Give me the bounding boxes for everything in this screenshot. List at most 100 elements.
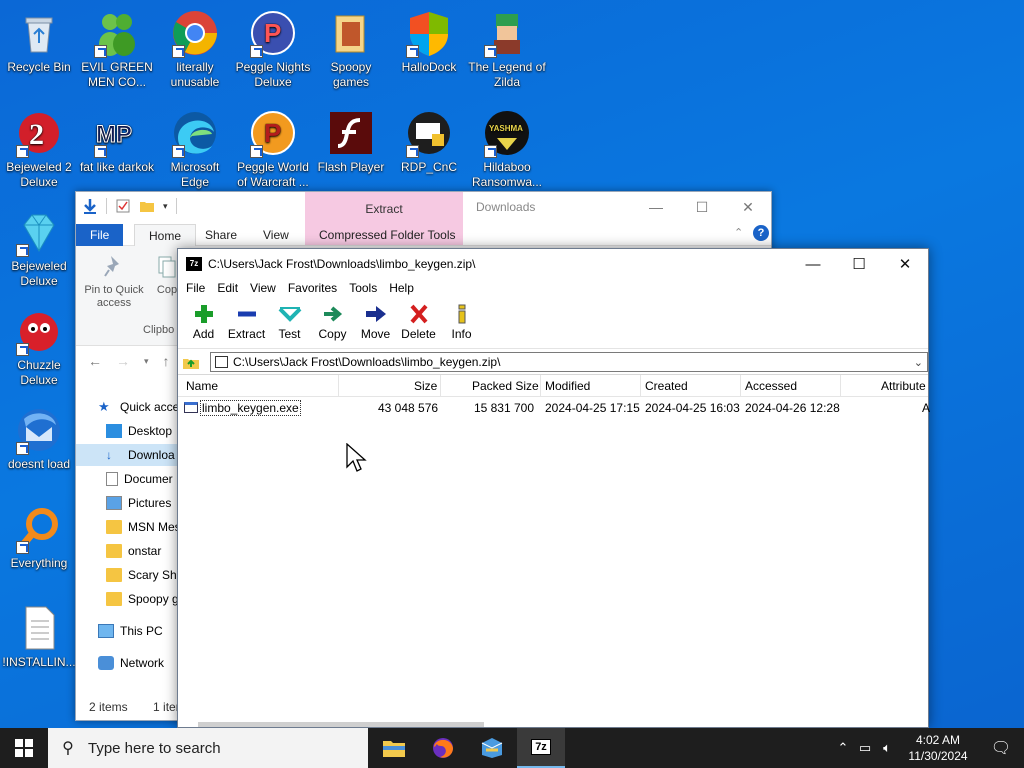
chevron-down-icon[interactable]: ▾: [163, 201, 168, 212]
desktop-icon-everything[interactable]: Everything: [0, 504, 78, 571]
tab-view[interactable]: View: [249, 224, 303, 246]
start-button[interactable]: [0, 728, 48, 768]
help-icon[interactable]: ?: [753, 225, 769, 241]
tab-share[interactable]: Share: [191, 224, 251, 246]
explorer-window-controls: — ☐ ✕: [633, 192, 771, 222]
taskbar-7zip[interactable]: 7z: [517, 728, 565, 768]
desktop-icon-bejeweled-2[interactable]: 2 Bejeweled 2 Deluxe: [0, 108, 78, 190]
tree-pictures[interactable]: Pictures: [76, 492, 179, 514]
taskbar-file-explorer[interactable]: [370, 728, 418, 768]
menu-edit[interactable]: Edit: [211, 279, 244, 299]
column-accessed[interactable]: Accessed: [745, 379, 797, 393]
taskbar-sandbox-app[interactable]: [468, 728, 516, 768]
tree-scary[interactable]: Scary Shi: [76, 564, 179, 586]
add-button[interactable]: Add: [182, 299, 225, 348]
column-attributes[interactable]: Attribute: [881, 379, 926, 393]
taskbar-clock[interactable]: 4:02 AM 11/30/2024: [898, 732, 978, 764]
menu-tools[interactable]: Tools: [343, 279, 383, 299]
back-arrow-icon[interactable]: ←: [88, 353, 102, 369]
desktop-icon-edge[interactable]: Microsoft Edge: [156, 108, 234, 190]
column-separator[interactable]: [740, 375, 741, 397]
desktop-icon-chrome[interactable]: literally unusable: [156, 8, 234, 90]
desktop-icon-hallodock[interactable]: HalloDock: [390, 8, 468, 75]
menu-help[interactable]: Help: [383, 279, 420, 299]
chevron-down-icon[interactable]: ⌄: [914, 356, 923, 369]
desktop-icon-hildaboo[interactable]: YASHMA Hildaboo Ransomwa...: [468, 108, 546, 190]
maximize-button[interactable]: ☐: [679, 192, 725, 222]
move-arrow-icon: [365, 306, 386, 322]
folder-icon: [106, 568, 122, 582]
desktop-icon-spoopy-games[interactable]: Spoopy games: [312, 8, 390, 90]
close-button[interactable]: ✕: [725, 192, 771, 222]
7zip-window[interactable]: 7z C:\Users\Jack Frost\Downloads\limbo_k…: [177, 248, 930, 728]
address-input[interactable]: C:\Users\Jack Frost\Downloads\limbo_keyg…: [210, 352, 928, 372]
column-separator[interactable]: [640, 375, 641, 397]
maximize-button[interactable]: ☐: [836, 249, 882, 279]
column-separator[interactable]: [840, 375, 841, 397]
column-separator[interactable]: [440, 375, 441, 397]
tab-compressed-folder-tools[interactable]: Compressed Folder Tools: [305, 224, 470, 246]
tree-downloads[interactable]: ↓ Downloa: [76, 444, 179, 466]
taskbar-firefox[interactable]: [419, 728, 467, 768]
tree-msn[interactable]: MSN Mes: [76, 516, 179, 538]
desktop-icon-fat-like-darkok[interactable]: MP fat like darkok: [78, 108, 156, 175]
recent-locations-chevron-icon[interactable]: ▾: [144, 356, 149, 367]
network-icon[interactable]: ▭: [854, 740, 876, 756]
pin-to-quick-access-button[interactable]: Pin to Quick access: [82, 254, 146, 310]
minimize-button[interactable]: —: [790, 249, 836, 279]
volume-icon[interactable]: 🔈︎: [876, 740, 898, 756]
desktop-icon-chuzzle[interactable]: Chuzzle Deluxe: [0, 306, 78, 388]
tree-spoopy[interactable]: Spoopy g: [76, 588, 179, 610]
up-arrow-icon[interactable]: ↑: [163, 353, 170, 369]
notification-center-icon[interactable]: 🗨︎: [978, 738, 1024, 758]
column-modified[interactable]: Modified: [545, 379, 590, 393]
taskbar-search-box[interactable]: ⚲ Type here to search: [48, 728, 368, 768]
new-folder-icon[interactable]: [139, 198, 155, 214]
desktop-icon-rdp-cnc[interactable]: RDP_CnC: [390, 108, 468, 175]
desktop-icon-recycle-bin[interactable]: Recycle Bin: [0, 8, 78, 75]
tree-network[interactable]: Network: [76, 652, 179, 674]
copy-button[interactable]: Copy: [311, 299, 354, 348]
menu-favorites[interactable]: Favorites: [282, 279, 343, 299]
column-created[interactable]: Created: [645, 379, 688, 393]
menu-view[interactable]: View: [244, 279, 282, 299]
7zip-titlebar[interactable]: 7z C:\Users\Jack Frost\Downloads\limbo_k…: [178, 249, 928, 279]
close-button[interactable]: ✕: [882, 249, 928, 279]
desktop-icon-peggle-wow[interactable]: P Peggle World of Warcraft ...: [234, 108, 312, 190]
column-separator[interactable]: [540, 375, 541, 397]
download-arrow-icon[interactable]: [82, 198, 98, 214]
tree-this-pc[interactable]: This PC: [76, 620, 179, 642]
extract-button[interactable]: Extract: [225, 299, 268, 348]
column-size[interactable]: Size: [414, 379, 437, 393]
up-folder-icon[interactable]: [182, 353, 200, 371]
tab-home[interactable]: Home: [134, 224, 197, 246]
desktop-icon-legend-of-zilda[interactable]: The Legend of Zilda: [468, 8, 546, 90]
show-hidden-icons-chevron-icon[interactable]: ⌃: [832, 740, 854, 756]
desktop-icon-evil-green-men[interactable]: EVIL GREEN MEN CO...: [78, 8, 156, 90]
info-button[interactable]: Info: [440, 299, 483, 348]
chevron-up-icon[interactable]: ⌃: [734, 226, 743, 239]
explorer-titlebar[interactable]: ▾ Extract Downloads — ☐ ✕: [76, 192, 771, 250]
tree-quick-access[interactable]: ★ Quick acce: [76, 396, 179, 418]
desktop-icon-installing[interactable]: !INSTALLIN...: [0, 603, 78, 670]
desktop-icon-doesnt-load[interactable]: doesnt load: [0, 405, 78, 472]
properties-icon[interactable]: [115, 198, 131, 214]
table-row[interactable]: limbo_keygen.exe 43 048 576 15 831 700 2…: [178, 397, 930, 419]
tree-documents[interactable]: Documer: [76, 468, 179, 490]
column-packed-size[interactable]: Packed Size: [472, 379, 539, 393]
column-separator[interactable]: [338, 375, 339, 397]
move-button[interactable]: Move: [354, 299, 397, 348]
desktop-icon-flash-player[interactable]: Flash Player: [312, 108, 390, 175]
tab-file[interactable]: File: [76, 224, 124, 246]
tree-desktop[interactable]: Desktop: [76, 420, 179, 442]
tree-onstar[interactable]: onstar: [76, 540, 179, 562]
delete-button[interactable]: Delete: [397, 299, 440, 348]
horizontal-scrollbar[interactable]: [198, 722, 484, 727]
minimize-button[interactable]: —: [633, 192, 679, 222]
test-button[interactable]: Test: [268, 299, 311, 348]
desktop-icon-peggle-nights[interactable]: P Peggle Nights Deluxe: [234, 8, 312, 90]
menu-file[interactable]: File: [180, 279, 211, 299]
forward-arrow-icon[interactable]: →: [116, 353, 130, 369]
column-name[interactable]: Name: [186, 379, 218, 393]
desktop-icon-bejeweled[interactable]: Bejeweled Deluxe: [0, 207, 78, 289]
